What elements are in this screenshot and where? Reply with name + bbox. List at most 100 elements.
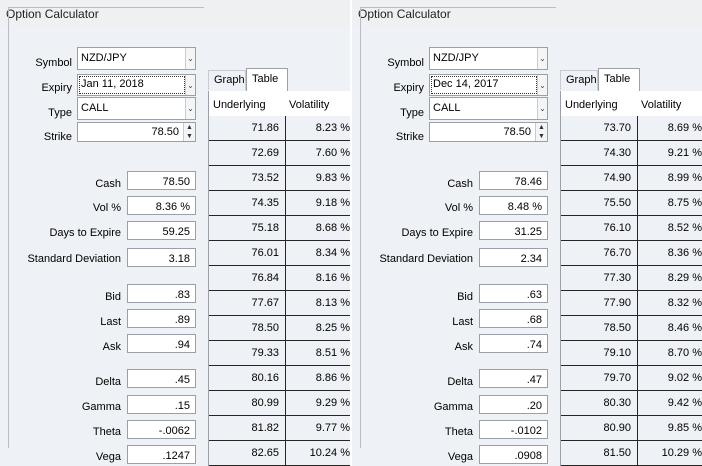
volatility-value: 8.34 %	[315, 247, 350, 259]
table-row[interactable]: 74.90 8.99 %	[561, 166, 702, 191]
underlying-value: 75.50	[603, 197, 631, 209]
spin-up-icon[interactable]: ▲	[536, 123, 547, 132]
cash-field[interactable]: 78.46	[479, 171, 548, 190]
table-row[interactable]: 77.67 8.13 %	[209, 291, 350, 316]
expiry-date-picker[interactable]: Dec 14, 2017 ⌄	[429, 74, 548, 96]
gamma-field[interactable]: .20	[479, 395, 548, 414]
expiry-value: Dec 14, 2017	[433, 78, 499, 90]
vega-field[interactable]: .1247	[127, 445, 196, 464]
symbol-combobox[interactable]: NZD/JPY ⌄	[77, 47, 196, 70]
table-row[interactable]: 80.99 9.29 %	[209, 391, 350, 416]
cash-field[interactable]: 78.50	[127, 171, 196, 190]
table-row[interactable]: 79.33 8.51 %	[209, 341, 350, 366]
strike-value: 78.50	[503, 126, 531, 138]
strike-spinner[interactable]: 78.50 ▲ ▼	[77, 122, 196, 142]
table-row[interactable]: 71.86 8.23 %	[209, 116, 350, 141]
table-row[interactable]: 78.50 8.25 %	[209, 316, 350, 341]
volatility-value: 8.36 %	[667, 247, 702, 259]
volatility-value: 8.16 %	[315, 272, 350, 284]
column-header-volatility[interactable]: Volatility	[289, 99, 329, 111]
days-to-expire-field[interactable]: 31.25	[479, 221, 548, 240]
vega-field[interactable]: .0908	[479, 445, 548, 464]
strike-spinner-buttons[interactable]: ▲ ▼	[535, 123, 547, 141]
underlying-value: 80.30	[603, 397, 631, 409]
ask-label: Ask	[102, 341, 121, 353]
delta-field[interactable]: .45	[127, 369, 196, 388]
table-row[interactable]: 80.16 8.86 %	[209, 366, 350, 391]
chevron-down-icon[interactable]: ⌄	[537, 75, 547, 95]
chevron-down-icon[interactable]: ⌄	[537, 48, 547, 69]
table-row[interactable]: 75.18 8.68 %	[209, 216, 350, 241]
bid-field[interactable]: .83	[127, 284, 196, 303]
last-value: .68	[526, 314, 542, 326]
volatility-value: 8.25 %	[315, 322, 350, 334]
chevron-down-icon[interactable]: ⌄	[537, 98, 547, 119]
ask-field[interactable]: .94	[127, 334, 196, 353]
theta-field[interactable]: -.0062	[127, 420, 196, 439]
spin-down-icon[interactable]: ▼	[184, 132, 195, 141]
type-combobox[interactable]: CALL ⌄	[77, 97, 196, 120]
tab-graph[interactable]: Graph	[560, 70, 598, 90]
strike-spinner[interactable]: 78.50 ▲ ▼	[429, 122, 548, 142]
tab-graph[interactable]: Graph	[208, 70, 246, 90]
table-row[interactable]: 74.30 9.21 %	[561, 141, 702, 166]
underlying-cell: 80.16	[209, 366, 286, 390]
days-to-expire-value: 59.25	[162, 226, 190, 238]
strike-spinner-buttons[interactable]: ▲ ▼	[183, 123, 195, 141]
table-row[interactable]: 79.70 9.02 %	[561, 366, 702, 391]
table-row[interactable]: 76.10 8.52 %	[561, 216, 702, 241]
table-row[interactable]: 75.50 8.75 %	[561, 191, 702, 216]
type-combobox[interactable]: CALL ⌄	[429, 97, 548, 120]
std-dev-field[interactable]: 2.34	[479, 248, 548, 267]
column-header-volatility[interactable]: Volatility	[641, 99, 681, 111]
column-header-underlying[interactable]: Underlying	[213, 99, 266, 111]
table-row[interactable]: 77.90 8.32 %	[561, 291, 702, 316]
ask-value: .74	[526, 339, 542, 351]
table-row[interactable]: 80.30 9.42 %	[561, 391, 702, 416]
std-dev-field[interactable]: 3.18	[127, 248, 196, 267]
table-row[interactable]: 78.50 8.46 %	[561, 316, 702, 341]
ask-field[interactable]: .74	[479, 334, 548, 353]
volatility-value: 8.70 %	[667, 347, 702, 359]
last-label: Last	[100, 316, 121, 328]
table-row[interactable]: 73.70 8.69 %	[561, 116, 702, 141]
vol-value: 8.36 %	[155, 201, 190, 213]
table-row[interactable]: 73.52 9.83 %	[209, 166, 350, 191]
table-row[interactable]: 76.70 8.36 %	[561, 241, 702, 266]
tab-table[interactable]: Table	[246, 68, 288, 92]
table-row[interactable]: 81.82 9.77 %	[209, 416, 350, 441]
table-row[interactable]: 79.10 8.70 %	[561, 341, 702, 366]
spin-down-icon[interactable]: ▼	[536, 132, 547, 141]
delta-label: Delta	[95, 376, 121, 388]
table-row[interactable]: 74.35 9.18 %	[209, 191, 350, 216]
tab-table[interactable]: Table	[598, 68, 640, 92]
delta-field[interactable]: .47	[479, 369, 548, 388]
table-row[interactable]: 81.50 10.29 %	[561, 441, 702, 466]
vega-value: .0908	[514, 450, 542, 462]
expiry-date-picker[interactable]: Jan 11, 2018 ⌄	[77, 74, 196, 96]
last-field[interactable]: .89	[127, 309, 196, 328]
bid-field[interactable]: .63	[479, 284, 548, 303]
symbol-combobox[interactable]: NZD/JPY ⌄	[429, 47, 548, 70]
gamma-field[interactable]: .15	[127, 395, 196, 414]
underlying-cell: 76.10	[561, 216, 638, 240]
table-row[interactable]: 76.84 8.16 %	[209, 266, 350, 291]
chevron-down-icon[interactable]: ⌄	[185, 48, 195, 69]
volatility-value: 9.02 %	[667, 372, 702, 384]
chevron-down-icon[interactable]: ⌄	[185, 98, 195, 119]
last-field[interactable]: .68	[479, 309, 548, 328]
vol-field[interactable]: 8.36 %	[127, 196, 196, 215]
days-to-expire-field[interactable]: 59.25	[127, 221, 196, 240]
table-row[interactable]: 77.30 8.29 %	[561, 266, 702, 291]
spin-up-icon[interactable]: ▲	[184, 123, 195, 132]
delta-value: .45	[174, 374, 190, 386]
table-row[interactable]: 72.69 7.60 %	[209, 141, 350, 166]
vol-field[interactable]: 8.48 %	[479, 196, 548, 215]
column-header-underlying[interactable]: Underlying	[565, 99, 618, 111]
bid-value: .83	[174, 289, 190, 301]
chevron-down-icon[interactable]: ⌄	[185, 75, 195, 95]
theta-field[interactable]: -.0102	[479, 420, 548, 439]
table-row[interactable]: 80.90 9.85 %	[561, 416, 702, 441]
table-row[interactable]: 76.01 8.34 %	[209, 241, 350, 266]
table-row[interactable]: 82.65 10.24 %	[209, 441, 350, 466]
